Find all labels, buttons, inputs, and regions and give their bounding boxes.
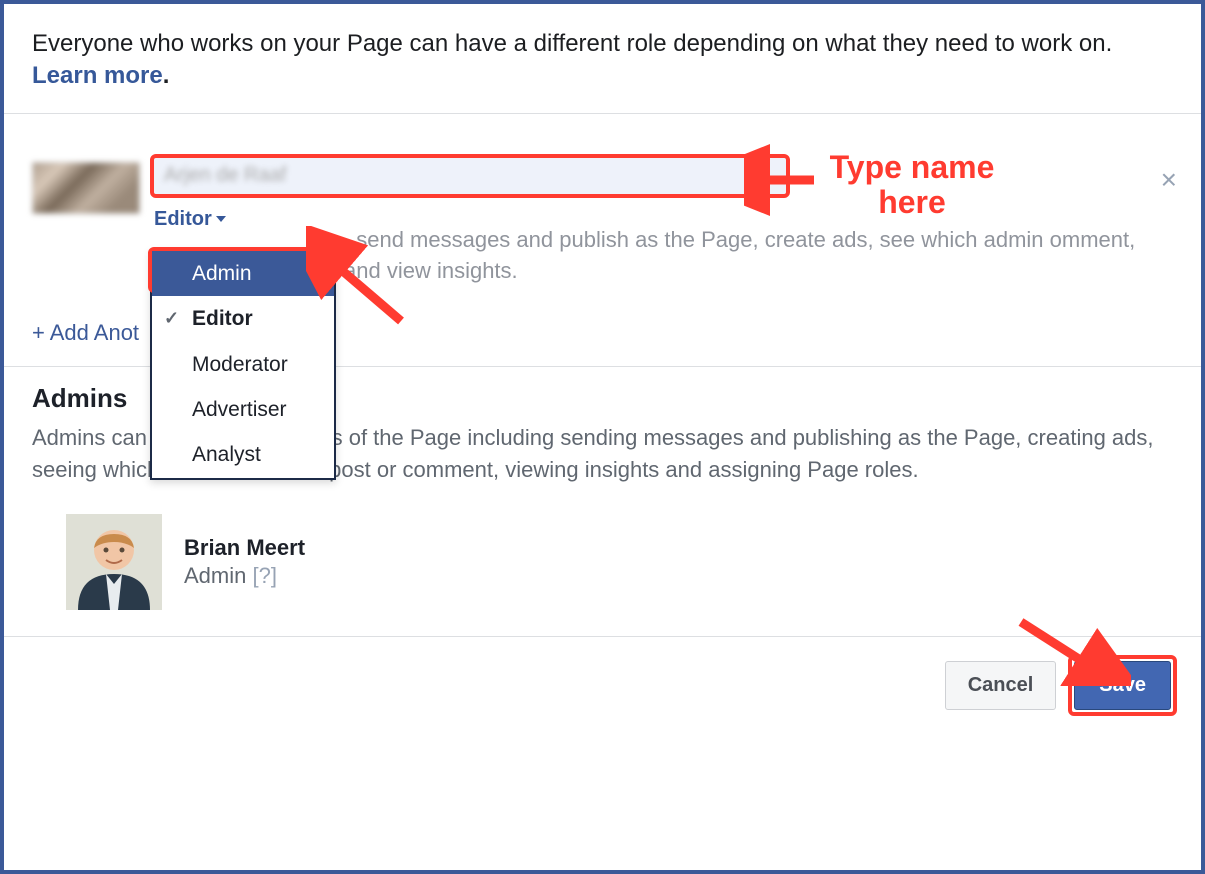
add-another-link[interactable]: + Add Anot (32, 320, 139, 346)
intro-period: . (163, 62, 170, 89)
save-button[interactable]: Save (1074, 661, 1171, 710)
role-dropdown: Admin ✓ Editor Moderator Advertiser Anal… (150, 249, 336, 480)
role-option-label: Moderator (192, 353, 288, 376)
check-icon: ✓ (164, 306, 179, 331)
admin-avatar (66, 514, 162, 610)
admin-name: Brian Meert (184, 535, 305, 561)
footer-actions: Cancel Save (4, 637, 1201, 734)
intro-text: Everyone who works on your Page can have… (4, 4, 1201, 114)
cancel-button[interactable]: Cancel (945, 661, 1057, 710)
admin-role: Admin [?] (184, 563, 305, 589)
role-option-label: Admin (192, 262, 252, 285)
name-input[interactable]: Arjen de Raaf (150, 154, 790, 198)
learn-more-link[interactable]: Learn more (32, 62, 163, 89)
admin-role-help[interactable]: [?] (252, 563, 276, 588)
admin-row: Brian Meert Admin [?] (66, 514, 1173, 610)
name-input-value: Arjen de Raaf (164, 164, 286, 187)
pending-user-avatar (32, 162, 140, 214)
assign-role-section: Arjen de Raaf × Editor , send messages a… (4, 114, 1201, 368)
caret-down-icon (216, 216, 226, 222)
role-option-label: Analyst (192, 443, 261, 466)
intro-copy: Everyone who works on your Page can have… (32, 30, 1112, 57)
annotation-text-type-name: Type name here (812, 150, 1012, 220)
role-option-label: Editor (192, 307, 253, 330)
role-option-advertiser[interactable]: Advertiser (152, 387, 334, 432)
role-option-editor[interactable]: ✓ Editor (152, 296, 334, 341)
role-option-analyst[interactable]: Analyst (152, 432, 334, 477)
remove-user-button[interactable]: × (1161, 166, 1177, 194)
role-select-label-text: Editor (154, 208, 212, 231)
admin-info: Brian Meert Admin [?] (184, 535, 305, 589)
role-option-admin[interactable]: Admin (152, 251, 334, 296)
role-description: , send messages and publish as the Page,… (344, 225, 1173, 287)
role-option-moderator[interactable]: Moderator (152, 342, 334, 387)
annotation-highlight-save: Save (1068, 655, 1177, 716)
role-select-toggle[interactable]: Editor (154, 208, 226, 231)
page-roles-panel: Everyone who works on your Page can have… (0, 0, 1205, 874)
role-option-label: Advertiser (192, 398, 287, 421)
